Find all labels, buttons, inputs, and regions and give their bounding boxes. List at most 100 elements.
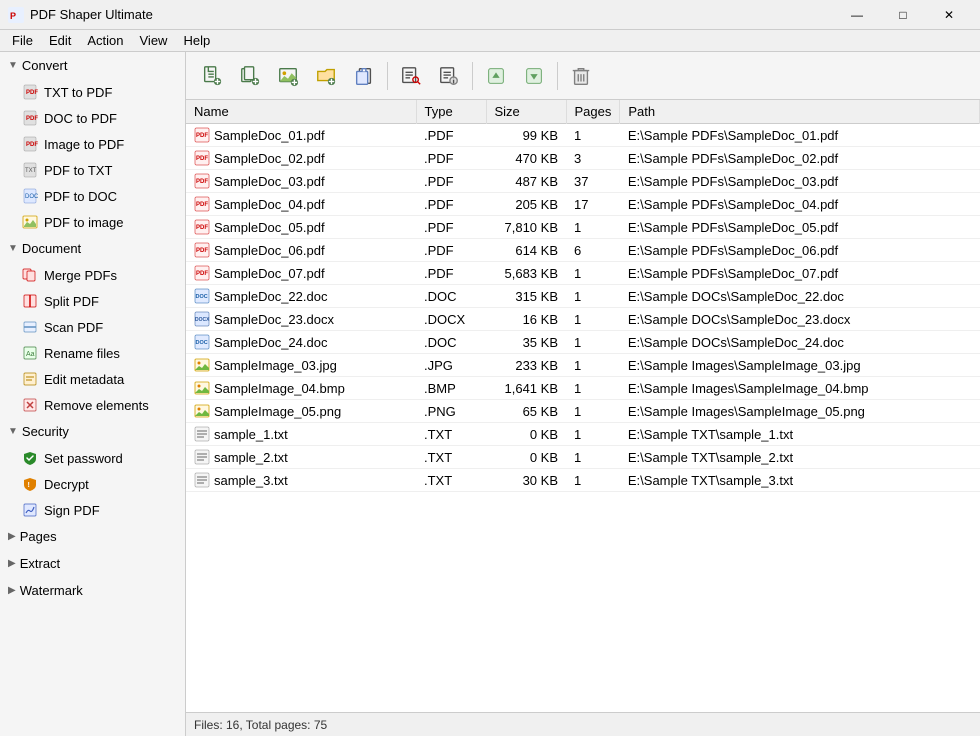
sidebar-item-merge-pdfs[interactable]: Merge PDFs — [0, 262, 185, 288]
sidebar-section-extract[interactable]: ▶ Extract — [0, 550, 185, 577]
table-row[interactable]: sample_3.txt .TXT 30 KB 1 E:\Sample TXT\… — [186, 469, 980, 492]
column-name[interactable]: Name — [186, 100, 416, 124]
table-row[interactable]: DOCX SampleDoc_23.docx .DOCX 16 KB 1 E:\… — [186, 308, 980, 331]
table-row[interactable]: PDF SampleDoc_02.pdf .PDF 470 KB 3 E:\Sa… — [186, 147, 980, 170]
sidebar-item-scan-pdf[interactable]: Scan PDF — [0, 314, 185, 340]
add-files-button[interactable] — [232, 58, 268, 94]
remove-elements-icon — [22, 397, 38, 413]
column-path[interactable]: Path — [620, 100, 980, 124]
file-name: sample_1.txt — [214, 427, 288, 442]
sidebar-section-watermark[interactable]: ▶ Watermark — [0, 577, 185, 604]
sidebar-section-convert[interactable]: ▼ Convert — [0, 52, 185, 79]
table-row[interactable]: SampleImage_04.bmp .BMP 1,641 KB 1 E:\Sa… — [186, 377, 980, 400]
add-folder-button[interactable] — [308, 58, 344, 94]
file-name-cell: DOCX SampleDoc_23.docx — [186, 308, 416, 331]
sidebar-section-security-label: Security — [22, 424, 69, 439]
chevron-down-icon: ▼ — [8, 243, 18, 254]
file-type-icon: PDF — [194, 196, 210, 212]
close-button[interactable]: ✕ — [926, 0, 972, 30]
sidebar-section-pages[interactable]: ▶ Pages — [0, 523, 185, 550]
status-text: Files: 16, Total pages: 75 — [194, 718, 327, 732]
table-row[interactable]: SampleImage_05.png .PNG 65 KB 1 E:\Sampl… — [186, 400, 980, 423]
chevron-down-icon: ▼ — [8, 426, 18, 437]
file-pages-cell: 1 — [566, 354, 620, 377]
menu-view[interactable]: View — [132, 31, 176, 50]
file-path-cell: E:\Sample Images\SampleImage_03.jpg — [620, 354, 980, 377]
move-up-button[interactable] — [478, 58, 514, 94]
delete-button[interactable] — [563, 58, 599, 94]
file-type-cell: .PDF — [416, 170, 486, 193]
sidebar-item-pdf-to-doc[interactable]: DOC PDF to DOC — [0, 183, 185, 209]
sidebar-item-txt-to-pdf[interactable]: PDF TXT to PDF — [0, 79, 185, 105]
menu-edit[interactable]: Edit — [41, 31, 79, 50]
file-path-cell: E:\Sample TXT\sample_2.txt — [620, 446, 980, 469]
table-row[interactable]: PDF SampleDoc_07.pdf .PDF 5,683 KB 1 E:\… — [186, 262, 980, 285]
sidebar-item-set-password[interactable]: Set password — [0, 445, 185, 471]
file-name-cell: SampleImage_05.png — [186, 400, 416, 423]
sidebar-section-document[interactable]: ▼ Document — [0, 235, 185, 262]
add-image-button[interactable] — [270, 58, 306, 94]
file-size-cell: 487 KB — [486, 170, 566, 193]
file-type-icon: PDF — [194, 150, 210, 166]
file-type-cell: .PDF — [416, 193, 486, 216]
column-type[interactable]: Type — [416, 100, 486, 124]
column-size[interactable]: Size — [486, 100, 566, 124]
menu-help[interactable]: Help — [175, 31, 218, 50]
sidebar-item-image-to-pdf[interactable]: PDF Image to PDF — [0, 131, 185, 157]
file-name-cell: sample_3.txt — [186, 469, 416, 492]
table-row[interactable]: PDF SampleDoc_04.pdf .PDF 205 KB 17 E:\S… — [186, 193, 980, 216]
window-controls: — □ ✕ — [834, 0, 972, 30]
sidebar-item-remove-elements[interactable]: Remove elements — [0, 392, 185, 418]
table-row[interactable]: sample_2.txt .TXT 0 KB 1 E:\Sample TXT\s… — [186, 446, 980, 469]
column-pages[interactable]: Pages — [566, 100, 620, 124]
chevron-right-icon: ▶ — [8, 531, 16, 542]
file-path-cell: E:\Sample DOCs\SampleDoc_23.docx — [620, 308, 980, 331]
sidebar-item-pdf-to-image[interactable]: PDF to image — [0, 209, 185, 235]
table-row[interactable]: PDF SampleDoc_01.pdf .PDF 99 KB 1 E:\Sam… — [186, 124, 980, 147]
file-name-cell: PDF SampleDoc_04.pdf — [186, 193, 416, 216]
table-row[interactable]: sample_1.txt .TXT 0 KB 1 E:\Sample TXT\s… — [186, 423, 980, 446]
file-type-icon — [194, 357, 210, 373]
sidebar-item-label: Set password — [44, 451, 123, 466]
move-down-button[interactable] — [516, 58, 552, 94]
sidebar-item-decrypt[interactable]: ! Decrypt — [0, 471, 185, 497]
sidebar-item-pdf-to-txt[interactable]: TXT PDF to TXT — [0, 157, 185, 183]
sidebar-item-split-pdf[interactable]: Split PDF — [0, 288, 185, 314]
sidebar-item-edit-metadata[interactable]: Edit metadata — [0, 366, 185, 392]
file-size-cell: 65 KB — [486, 400, 566, 423]
menu-file[interactable]: File — [4, 31, 41, 50]
image-to-pdf-icon: PDF — [22, 136, 38, 152]
table-row[interactable]: DOC SampleDoc_24.doc .DOC 35 KB 1 E:\Sam… — [186, 331, 980, 354]
sidebar-section-convert-label: Convert — [22, 58, 68, 73]
table-row[interactable]: PDF SampleDoc_05.pdf .PDF 7,810 KB 1 E:\… — [186, 216, 980, 239]
menubar: File Edit Action View Help — [0, 30, 980, 52]
file-name-cell: DOC SampleDoc_24.doc — [186, 331, 416, 354]
sidebar-item-rename-files[interactable]: Aa Rename files — [0, 340, 185, 366]
menu-action[interactable]: Action — [79, 31, 131, 50]
split-pdf-icon — [22, 293, 38, 309]
file-name-cell: PDF SampleDoc_03.pdf — [186, 170, 416, 193]
table-row[interactable]: PDF SampleDoc_03.pdf .PDF 487 KB 37 E:\S… — [186, 170, 980, 193]
sidebar-item-sign-pdf[interactable]: Sign PDF — [0, 497, 185, 523]
file-size-cell: 614 KB — [486, 239, 566, 262]
file-pages-cell: 1 — [566, 377, 620, 400]
table-row[interactable]: DOC SampleDoc_22.doc .DOC 315 KB 1 E:\Sa… — [186, 285, 980, 308]
properties-button[interactable] — [431, 58, 467, 94]
sidebar-item-doc-to-pdf[interactable]: PDF DOC to PDF — [0, 105, 185, 131]
svg-text:PDF: PDF — [196, 225, 208, 231]
table-row[interactable]: PDF SampleDoc_06.pdf .PDF 614 KB 6 E:\Sa… — [186, 239, 980, 262]
add-file-button[interactable] — [194, 58, 230, 94]
file-type-cell: .PDF — [416, 239, 486, 262]
paste-button[interactable] — [346, 58, 382, 94]
maximize-button[interactable]: □ — [880, 0, 926, 30]
content-area: Name Type Size Pages Path — [186, 52, 980, 736]
sidebar-item-label: Remove elements — [44, 398, 149, 413]
sidebar-section-security[interactable]: ▼ Security — [0, 418, 185, 445]
find-button[interactable] — [393, 58, 429, 94]
minimize-button[interactable]: — — [834, 0, 880, 30]
svg-text:DOC: DOC — [25, 194, 38, 200]
file-type-icon — [194, 403, 210, 419]
table-row[interactable]: SampleImage_03.jpg .JPG 233 KB 1 E:\Samp… — [186, 354, 980, 377]
svg-text:PDF: PDF — [26, 90, 38, 96]
file-path-cell: E:\Sample PDFs\SampleDoc_01.pdf — [620, 124, 980, 147]
